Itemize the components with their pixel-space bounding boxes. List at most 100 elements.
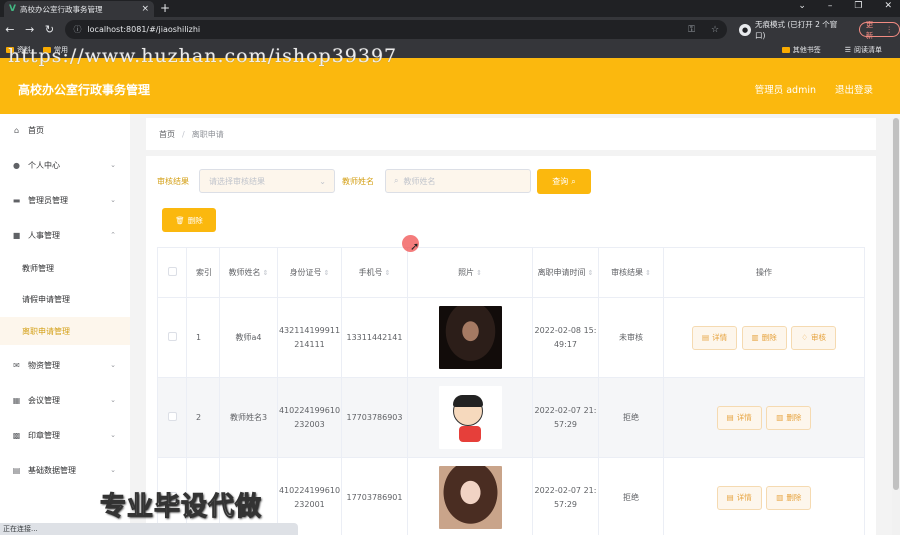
- detail-button[interactable]: ▤ 详情: [716, 485, 762, 510]
- column-header: 操作: [663, 247, 865, 298]
- sort-icon[interactable]: ⇕: [476, 269, 482, 277]
- sidebar-subitem-teachers[interactable]: 教师管理: [0, 254, 130, 282]
- column-header[interactable]: 手机号 ⇕: [341, 247, 408, 298]
- review-result-select[interactable]: 请选择审核结果 ⌄: [199, 169, 335, 193]
- time-text: 2022-02-07 21:57:29: [534, 485, 597, 509]
- back-icon[interactable]: ←: [0, 23, 20, 36]
- maximize-icon[interactable]: ❐: [854, 1, 862, 11]
- actions-cell: ▤ 详情 ▥ 删除: [663, 457, 865, 535]
- sidebar-item-label: 基础数据管理: [28, 465, 76, 475]
- document-icon: ▤: [726, 493, 734, 502]
- browser-tab[interactable]: V 高校办公室行政事务管理 ×: [4, 1, 154, 17]
- sidebar-item-home[interactable]: ⌂ 首页: [0, 116, 130, 144]
- chevron-down-icon: ⌄: [319, 176, 326, 186]
- query-button[interactable]: 查询 ⌕: [537, 169, 591, 194]
- teacher-name-input[interactable]: ⌕ 教师姓名: [385, 169, 531, 193]
- stamp-icon: ▩: [12, 430, 21, 440]
- sidebar-item-profile[interactable]: ● 个人中心 ⌄: [0, 151, 130, 179]
- search-icon: ⌕: [394, 176, 399, 185]
- delete-label: 删除: [786, 493, 802, 502]
- url-field[interactable]: ⓘ localhost:8081/#/jiaoshilizhi ⚿ ☆: [65, 20, 728, 39]
- user-icon: ●: [13, 160, 20, 170]
- row-checkbox[interactable]: [167, 412, 177, 421]
- column-header-label: 索引: [196, 268, 212, 277]
- detail-label: 详情: [712, 333, 728, 342]
- chevron-down-icon[interactable]: ⌄: [798, 1, 806, 11]
- row-checkbox[interactable]: [167, 332, 177, 341]
- other-bookmarks[interactable]: 其他书签: [781, 45, 821, 55]
- column-header[interactable]: 照片 ⇕: [407, 247, 533, 298]
- sort-icon[interactable]: ⇕: [645, 269, 651, 277]
- detail-button[interactable]: ▤ 详情: [691, 325, 738, 350]
- tab-title: 高校办公室行政事务管理: [19, 4, 103, 14]
- delete-label: 删除: [761, 333, 777, 342]
- sort-icon[interactable]: ⇕: [324, 269, 330, 277]
- sort-icon[interactable]: ⇕: [588, 269, 594, 277]
- reload-icon[interactable]: ↻: [40, 23, 60, 36]
- resignation-table: 索引 教师姓名 ⇕ 身份证号 ⇕ 手机号 ⇕ 照片 ⇕ 离职申请时间 ⇕ 审核结果 ⇕ 操作…: [157, 247, 865, 535]
- photo-cell: [407, 377, 533, 458]
- column-header[interactable]: 审核结果 ⇕: [598, 247, 664, 298]
- trash-icon: ▥: [776, 493, 784, 502]
- column-header: 索引: [186, 247, 220, 298]
- detail-button[interactable]: ▤ 详情: [716, 405, 762, 430]
- sort-icon[interactable]: ⇕: [263, 269, 269, 277]
- url-text: localhost:8081/#/jiaoshilizhi: [87, 25, 201, 34]
- sidebar-subitem-leave[interactable]: 请假申请管理: [0, 285, 130, 313]
- sidebar-item-meetings[interactable]: ▦ 会议管理 ⌄: [0, 386, 130, 414]
- index-cell: 1: [186, 297, 220, 378]
- sidebar-item-admins[interactable]: ▬ 管理员管理 ⌄: [0, 186, 130, 214]
- search-icon: ⌕: [571, 176, 576, 186]
- chevron-down-icon: ⌄: [110, 196, 116, 204]
- sidebar-item-supplies[interactable]: ✉ 物资管理 ⌄: [0, 351, 130, 379]
- close-tab-icon[interactable]: ×: [141, 4, 149, 14]
- id-card-text: 410224199610232001: [278, 485, 341, 509]
- select-all-cell: [157, 247, 187, 298]
- sidebar-item-seals[interactable]: ▩ 印章管理 ⌄: [0, 421, 130, 449]
- batch-delete-button[interactable]: 🗑 删除: [162, 208, 216, 232]
- sidebar: ⌂ 首页 ● 个人中心 ⌄ ▬ 管理员管理 ⌄ ■ 人事管理 ⌃ 教师管理 请假申请管理 离职…: [0, 114, 130, 535]
- row-select-cell: [157, 297, 187, 378]
- forward-icon[interactable]: →: [20, 23, 40, 36]
- sidebar-item-hr[interactable]: ■ 人事管理 ⌃: [0, 221, 130, 249]
- new-tab-button[interactable]: +: [160, 1, 170, 15]
- page-scrollbar[interactable]: [892, 118, 900, 535]
- teacher-name-label: 教师姓名: [342, 177, 374, 186]
- time-text: 2022-02-08 15:49:17: [534, 325, 597, 349]
- column-header[interactable]: 离职申请时间 ⇕: [532, 247, 599, 298]
- delete-button[interactable]: ▥ 删除: [741, 325, 787, 350]
- column-header[interactable]: 教师姓名 ⇕: [219, 247, 278, 298]
- delete-button[interactable]: ▥ 删除: [766, 485, 812, 510]
- update-label: 更新: [865, 19, 874, 40]
- star-icon[interactable]: ☆: [711, 25, 719, 35]
- review-button[interactable]: ♢ 审核: [791, 325, 836, 350]
- select-placeholder: 请选择审核结果: [209, 176, 265, 186]
- scrollbar-thumb[interactable]: [893, 118, 899, 490]
- update-button[interactable]: 更新 ⋮: [858, 20, 900, 40]
- delete-button[interactable]: ▥ 删除: [766, 405, 812, 430]
- trash-icon: ▥: [751, 333, 759, 342]
- sort-icon[interactable]: ⇕: [385, 269, 391, 277]
- sidebar-item-label: 会议管理: [28, 395, 60, 405]
- minimize-icon[interactable]: –: [828, 1, 833, 11]
- phone-cell: 13311442141: [341, 297, 408, 378]
- select-all-checkbox[interactable]: [167, 267, 177, 276]
- sidebar-item-basic-data[interactable]: ▤ 基础数据管理 ⌄: [0, 456, 130, 484]
- info-icon[interactable]: ⓘ: [73, 24, 81, 35]
- phone-text: 17703786901: [346, 492, 403, 502]
- column-header[interactable]: 身份证号 ⇕: [277, 247, 342, 298]
- delete-label: 删除: [187, 215, 203, 225]
- close-window-icon[interactable]: ✕: [884, 1, 892, 11]
- thumb-up-icon: ♢: [801, 333, 808, 342]
- reading-list[interactable]: ☰ 阅读清单: [845, 45, 882, 55]
- review-filter-label: 审核结果: [157, 177, 189, 186]
- breadcrumb-home[interactable]: 首页: [159, 129, 175, 140]
- teacher-name-cell: 教师姓名3: [219, 377, 278, 458]
- sidebar-item-label: 管理员管理: [28, 195, 68, 205]
- incognito-indicator[interactable]: ● 无痕模式 (已打开 2 个窗口): [739, 19, 847, 41]
- logout-link[interactable]: 退出登录: [835, 82, 873, 96]
- admin-label: 管理员 admin: [754, 85, 816, 96]
- sidebar-subitem-resignation[interactable]: 离职申请管理: [0, 317, 130, 345]
- key-icon[interactable]: ⚿: [688, 25, 695, 35]
- index-cell: 2: [186, 377, 220, 458]
